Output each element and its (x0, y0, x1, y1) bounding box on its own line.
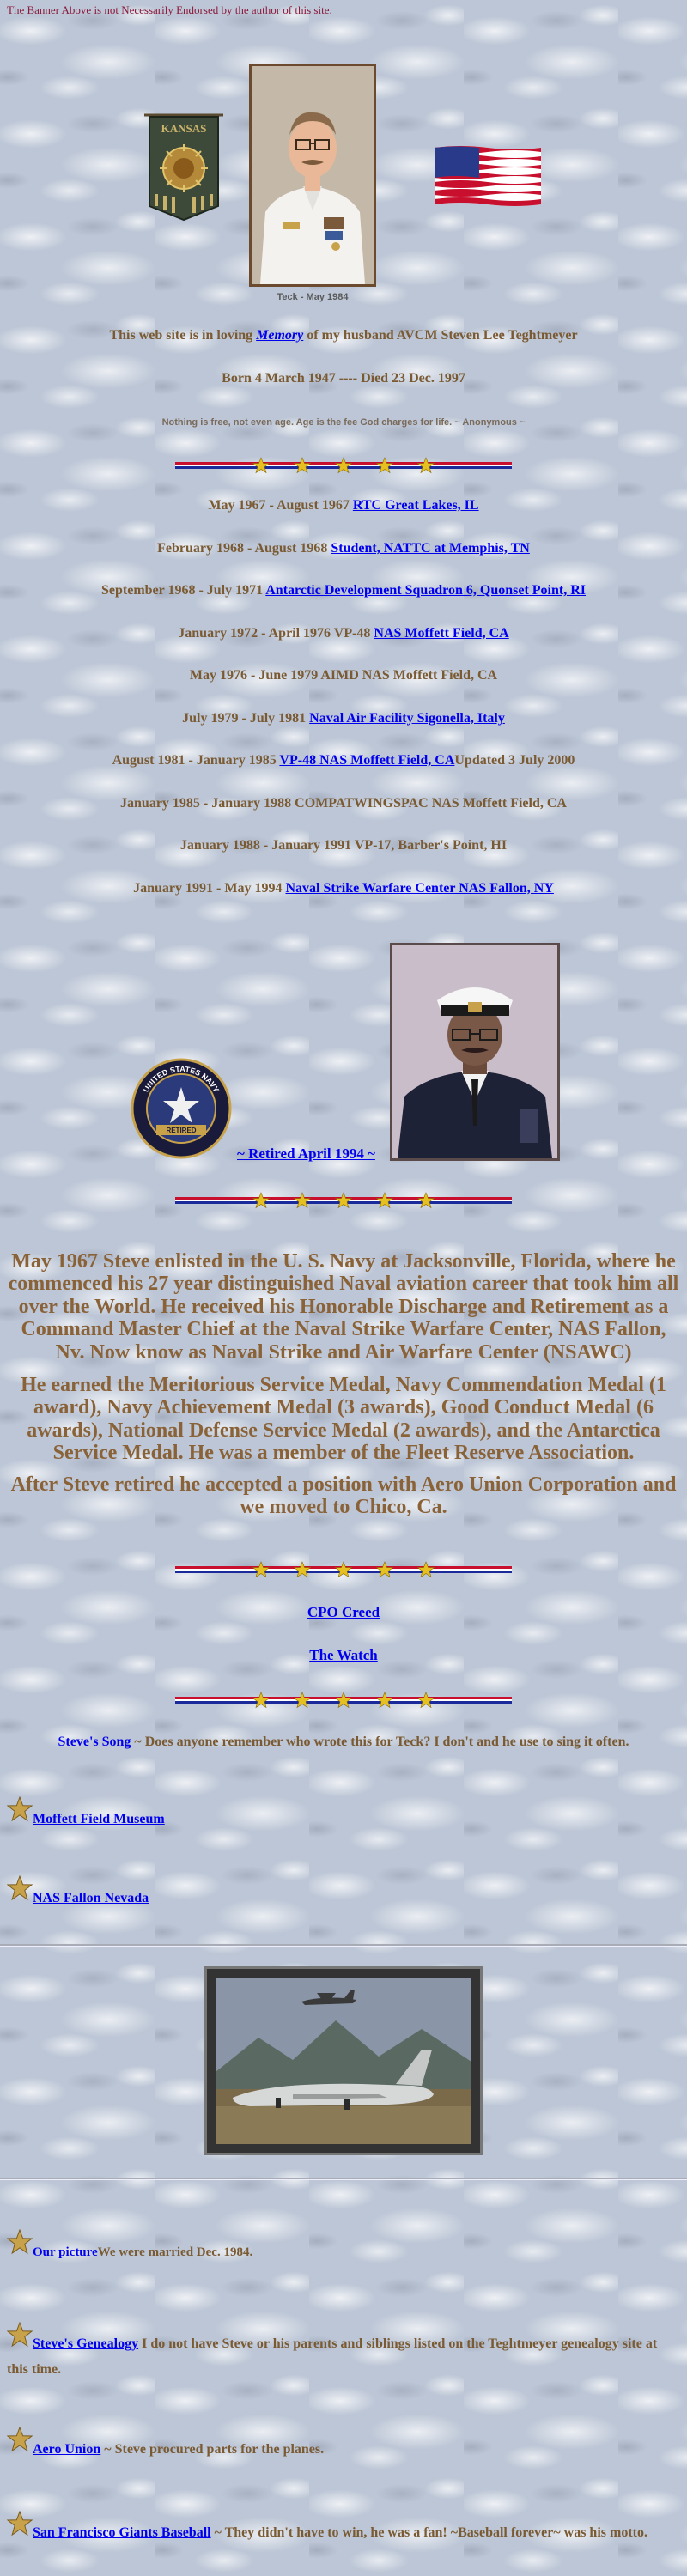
aero-union-note: ~ Steve procured parts for the planes. (100, 2442, 325, 2457)
our-picture-note: We were married Dec. 1984. (97, 2245, 253, 2259)
service-entry-text: May 1976 - June 1979 AIMD NAS Moffett Fi… (189, 668, 498, 683)
p3-orion-photo-image (216, 1978, 471, 2144)
service-entry-text: February 1968 - August 1968 (157, 540, 331, 556)
service-entry: May 1976 - June 1979 AIMD NAS Moffett Fi… (0, 668, 687, 683)
service-entry-note: Updated 3 July 2000 (454, 753, 575, 768)
dedication-prefix: This web site is in loving (109, 328, 257, 343)
service-entry-text: July 1979 - July 1981 (182, 710, 310, 726)
service-entry-text: January 1972 - April 1976 VP-48 (178, 625, 374, 641)
navy-retired-seal: UNITED STATES NAVY RETIRED (131, 1058, 232, 1159)
retired-portrait-photo (392, 945, 557, 1158)
service-entry: January 1988 - January 1991 VP-17, Barbe… (0, 838, 687, 854)
american-flag-image (435, 146, 541, 206)
nas-fallon-row: NAS Fallon Nevada (7, 1875, 149, 1905)
moffett-museum-link[interactable]: Moffett Field Museum (33, 1812, 165, 1826)
genealogy-row: Steve's Genealogy I do not have Steve or… (7, 2322, 680, 2377)
service-entry-link[interactable]: VP-48 NAS Moffett Field, CA (279, 753, 454, 768)
gold-star-icon (7, 1796, 33, 1822)
portrait-caption: Teck - May 1984 (277, 292, 349, 302)
aero-union-link[interactable]: Aero Union (33, 2442, 100, 2457)
service-entry-link[interactable]: NAS Moffett Field, CA (374, 626, 508, 641)
service-entry-link[interactable]: Naval Strike Warfare Center NAS Fallon, … (285, 881, 553, 896)
aero-union-row: Aero Union ~ Steve procured parts for th… (7, 2427, 324, 2457)
flag-divider-icon (175, 1561, 512, 1578)
the-watch-link[interactable]: The Watch (309, 1647, 378, 1663)
our-picture-link[interactable]: Our picture (33, 2245, 98, 2259)
service-entry-text: May 1967 - August 1967 (208, 498, 353, 513)
service-entry-link[interactable]: RTC Great Lakes, IL (353, 498, 479, 513)
cpo-creed-link[interactable]: CPO Creed (307, 1604, 380, 1620)
bio-paragraph-awards: He earned the Meritorious Service Medal,… (21, 1374, 666, 1465)
service-entry-link[interactable]: Naval Air Facility Sigonella, Italy (309, 711, 505, 726)
horizontal-rule (0, 1944, 687, 1947)
gold-star-icon (7, 2511, 33, 2537)
p3-orion-photo (204, 1966, 483, 2155)
moffett-museum-row: Moffett Field Museum (7, 1796, 165, 1826)
gold-star-icon (7, 2427, 33, 2452)
service-entry-link[interactable]: Antarctic Development Squadron 6, Quonse… (265, 583, 586, 598)
flag-divider-icon (175, 1692, 512, 1709)
service-entry-text: January 1985 - January 1988 COMPATWINGSP… (120, 795, 567, 811)
dedication-suffix: of my husband AVCM Steven Lee Teghtmeyer (303, 328, 578, 343)
service-entry-link[interactable]: Student, NATTC at Memphis, TN (331, 541, 529, 556)
flag-divider-icon (175, 457, 512, 474)
kansas-banner-text: KANSAS (161, 122, 207, 135)
banner-disclaimer: The Banner Above is not Necessarily Endo… (7, 3, 332, 16)
service-entry: January 1985 - January 1988 COMPATWINGSP… (0, 796, 687, 811)
flag-divider-icon (175, 1192, 512, 1209)
age-quote: Nothing is free, not even age. Age is th… (161, 417, 526, 428)
service-entry: May 1967 - August 1967 RTC Great Lakes, … (0, 498, 687, 513)
genealogy-link[interactable]: Steve's Genealogy (33, 2336, 138, 2351)
steves-song-row: Steve's Song ~ Does anyone remember who … (0, 1735, 687, 1750)
bio-paragraph-career: May 1967 Steve enlisted in the U. S. Nav… (8, 1250, 679, 1364)
giants-link[interactable]: San Francisco Giants Baseball (33, 2525, 211, 2540)
portrait-photo (252, 66, 374, 284)
gold-star-icon (7, 1875, 33, 1901)
kansas-banner-image: KANSAS (144, 113, 223, 222)
gold-star-icon (7, 2229, 33, 2255)
retired-portrait (390, 943, 560, 1161)
service-entry-text: January 1988 - January 1991 VP-17, Barbe… (179, 838, 508, 853)
steves-song-link[interactable]: Steve's Song (58, 1735, 131, 1749)
giants-note: ~ They didn't have to win, he was a fan!… (210, 2525, 647, 2540)
service-entry: July 1979 - July 1981 Naval Air Facility… (0, 711, 687, 726)
service-entry: January 1972 - April 1976 VP-48 NAS Moff… (0, 626, 687, 641)
the-watch-row: The Watch (0, 1647, 687, 1664)
service-entry: February 1968 - August 1968 Student, NAT… (0, 541, 687, 556)
gold-star-icon (7, 2322, 33, 2348)
service-entry: September 1968 - July 1971 Antarctic Dev… (0, 583, 687, 598)
nas-fallon-link[interactable]: NAS Fallon Nevada (33, 1891, 149, 1905)
retired-april-1994-link[interactable]: ~ Retired April 1994 ~ (237, 1145, 375, 1163)
cpo-creed-row: CPO Creed (0, 1604, 687, 1621)
memory-link[interactable]: Memory (256, 328, 303, 343)
life-dates: Born 4 March 1947 ---- Died 23 Dec. 1997 (222, 371, 465, 386)
service-entry-text: September 1968 - July 1971 (100, 583, 266, 598)
service-entry-text: August 1981 - January 1985 (112, 753, 280, 768)
dedication-line: This web site is in loving Memory of my … (0, 328, 687, 343)
service-entry: January 1991 - May 1994 Naval Strike War… (0, 881, 687, 896)
service-entry-text: January 1991 - May 1994 (133, 880, 286, 896)
seal-bottom-text: RETIRED (166, 1127, 196, 1134)
horizontal-rule (0, 2178, 687, 2180)
our-picture-row: Our pictureWe were married Dec. 1984. (7, 2229, 252, 2259)
giants-row: San Francisco Giants Baseball ~ They did… (7, 2511, 680, 2540)
service-entry: August 1981 - January 1985 VP-48 NAS Mof… (0, 753, 687, 769)
portrait-may-1984 (249, 64, 376, 287)
steves-song-note: ~ Does anyone remember who wrote this fo… (131, 1735, 629, 1749)
bio-paragraph-aero-union: After Steve retired he accepted a positi… (10, 1473, 677, 1519)
